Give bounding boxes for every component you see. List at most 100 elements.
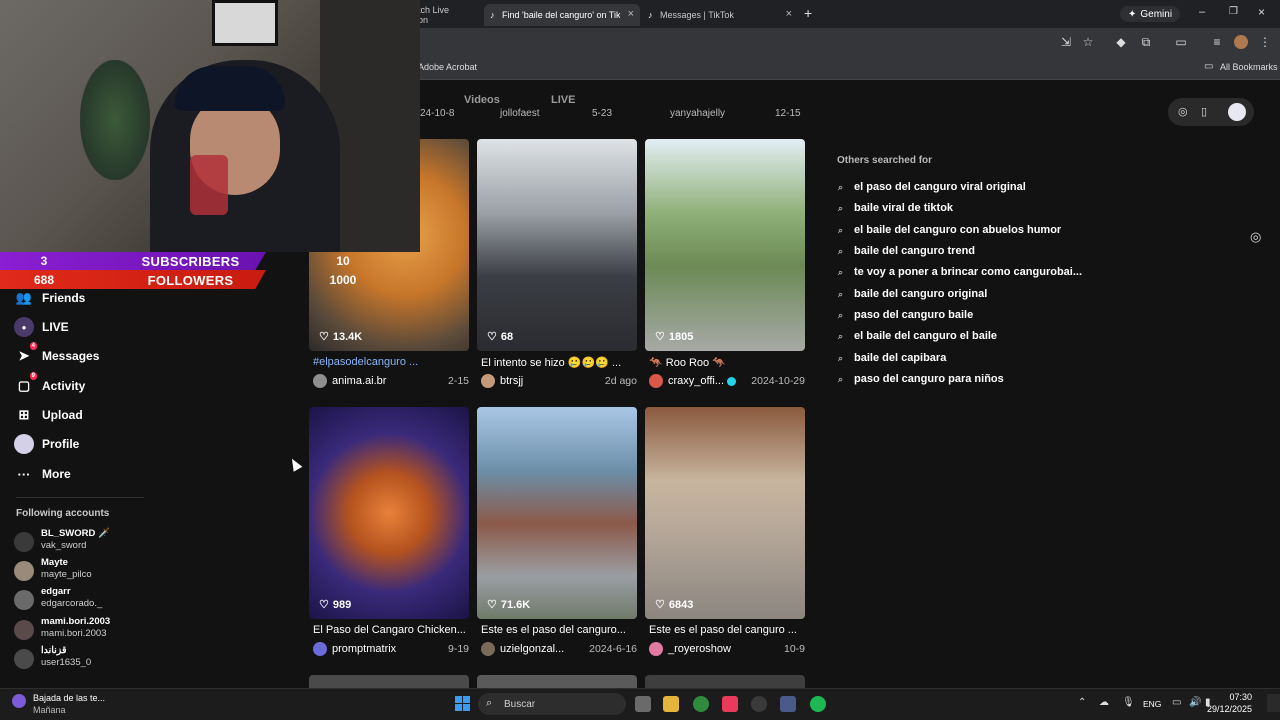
obs-icon[interactable]: [751, 696, 767, 712]
sidebar-item-messages[interactable]: ➤ 4 Messages: [14, 342, 99, 368]
video-author[interactable]: uzielgonzal... 2024-6-16: [481, 641, 637, 657]
volume-icon[interactable]: 🔊: [1189, 697, 1201, 708]
video-author[interactable]: promptmatrix 9-19: [313, 641, 469, 657]
close-window-icon[interactable]: ×: [1258, 5, 1265, 19]
avatar: [313, 374, 327, 388]
video-title[interactable]: #elpasodelcanguro ...: [313, 356, 469, 368]
video-thumbnail[interactable]: [309, 675, 469, 688]
video-thumbnail[interactable]: ♡ 989: [309, 407, 469, 619]
weather-icon[interactable]: [12, 694, 26, 708]
user-avatar[interactable]: [1228, 103, 1246, 121]
badge: 9: [29, 372, 37, 380]
suggestion-item[interactable]: ⌕ baile del canguro trend: [838, 243, 975, 259]
cloud-icon[interactable]: ☁: [1099, 697, 1109, 708]
subscribers-goal: 10: [336, 254, 350, 268]
gemini-label: Gemini: [1140, 8, 1173, 20]
video-thumbnail[interactable]: ♡ 68: [477, 139, 637, 351]
search-icon: ⌕: [838, 352, 844, 363]
suggestion-item[interactable]: ⌕ baile del canguro original: [838, 286, 987, 302]
tab-videos[interactable]: Videos: [464, 94, 500, 106]
suggestion-item[interactable]: ⌕ baile viral de tiktok: [838, 200, 953, 216]
activity-icon: ▢ 9: [17, 372, 37, 393]
restore-icon[interactable]: ❐: [1229, 6, 1238, 17]
chevron-up-icon[interactable]: ⌃: [1078, 697, 1086, 708]
app-icon[interactable]: [780, 696, 796, 712]
suggestion-item[interactable]: ⌕ el baile del canguro el baile: [838, 328, 997, 344]
taskbar-search[interactable]: ⌕ Buscar: [478, 693, 626, 715]
clock-date[interactable]: 29/12/2025: [1206, 704, 1252, 714]
bookmark-adobe-acrobat[interactable]: Adobe Acrobat: [418, 62, 477, 72]
video-author[interactable]: _royeroshow 10-9: [649, 641, 805, 657]
spotify-icon[interactable]: [810, 696, 826, 712]
suggestion-item[interactable]: ⌕ baile del capibara: [838, 350, 946, 366]
device-icon[interactable]: ▯: [1201, 105, 1207, 118]
weather-title[interactable]: Bajada de las te...: [33, 693, 105, 703]
kebab-menu-icon[interactable]: ⋮: [1257, 35, 1273, 49]
tab-tiktok-search[interactable]: ♪ Find 'baile del canguro' on TikTok ×: [484, 4, 640, 26]
suggestion-item[interactable]: ⌕ el baile del canguro con abuelos humor: [838, 222, 1061, 238]
task-view-icon[interactable]: [635, 696, 651, 712]
gemini-button[interactable]: ✦ Gemini: [1120, 6, 1181, 22]
video-thumbnail[interactable]: [645, 675, 805, 688]
sidebar-item-friends[interactable]: 👥 Friends: [14, 286, 85, 310]
video-title[interactable]: El intento se hizo 🥲🥲🥲 ...: [481, 356, 637, 369]
minimize-icon[interactable]: –: [1199, 6, 1205, 18]
subscribers-label: SUBSCRIBERS: [141, 254, 240, 269]
sidebar-item-activity[interactable]: ▢ 9 Activity: [14, 372, 85, 398]
heart-outline-icon: ♡: [655, 331, 665, 343]
search-icon: ⌕: [838, 330, 844, 341]
extension-diamond-icon[interactable]: ◆: [1113, 35, 1129, 49]
suggestion-item[interactable]: ⌕ te voy a poner a brincar como canguroba…: [838, 264, 1082, 280]
network-icon[interactable]: ▭: [1172, 697, 1181, 708]
suggestion-item[interactable]: ⌕ paso del canguro baile: [838, 307, 973, 323]
install-app-icon[interactable]: ⇲: [1058, 35, 1074, 49]
heart-outline-icon: ♡: [319, 331, 329, 343]
tiktok-app-icon[interactable]: [722, 696, 738, 712]
clock-time[interactable]: 07:30: [1228, 692, 1252, 702]
video-author[interactable]: craxy_offi... 2024-10-29: [649, 373, 805, 389]
chrome-icon[interactable]: [693, 696, 709, 712]
suggestion-item[interactable]: ⌕ paso del canguro para niños: [838, 371, 1004, 387]
sidebar-item-live[interactable]: ● LIVE: [14, 315, 69, 339]
windows-start-icon[interactable]: [455, 696, 470, 711]
video-author[interactable]: btrsjj 2d ago: [481, 373, 637, 389]
tab-tiktok-messages[interactable]: ♪ Messages | TikTok ×: [642, 4, 798, 26]
coin-icon[interactable]: ◎: [1178, 105, 1188, 118]
extensions-icon[interactable]: ⧉: [1138, 35, 1154, 50]
target-icon[interactable]: ◎: [1250, 229, 1261, 245]
tab-label: tch Live on: [418, 5, 450, 25]
video-thumbnail[interactable]: ♡ 6843: [645, 407, 805, 619]
suggestion-item[interactable]: ⌕ el paso del canguro viral original: [838, 179, 1026, 195]
video-title[interactable]: Este es el paso del canguro...: [481, 624, 637, 636]
tab-live[interactable]: LIVE: [551, 94, 575, 106]
video-date: 2-15: [447, 375, 469, 387]
profile-avatar[interactable]: [1234, 35, 1248, 49]
tab-label: Find 'baile del canguro' on TikTok: [502, 10, 620, 20]
video-author[interactable]: anima.ai.br 2-15: [313, 373, 469, 389]
video-title[interactable]: El Paso del Cangaro Chicken...: [313, 624, 469, 636]
sidebar-item-profile[interactable]: Profile: [14, 432, 79, 456]
star-icon[interactable]: ☆: [1080, 35, 1096, 49]
microphone-icon[interactable]: 🎙: [1122, 697, 1135, 708]
close-icon[interactable]: ×: [628, 8, 634, 20]
sidebar-item-upload[interactable]: ⊞ Upload: [14, 403, 83, 427]
close-icon[interactable]: ×: [786, 8, 792, 20]
video-date: 2d ago: [604, 375, 637, 387]
sidepanel-icon[interactable]: ▭: [1173, 35, 1189, 49]
file-explorer-icon[interactable]: [663, 696, 679, 712]
video-title[interactable]: Este es el paso del canguro ...: [649, 624, 805, 636]
show-desktop-button[interactable]: [1267, 694, 1280, 712]
video-thumbnail[interactable]: ♡ 71.6K: [477, 407, 637, 619]
drink-cup: [190, 155, 228, 215]
all-bookmarks[interactable]: All Bookmarks: [1220, 62, 1278, 72]
video-thumbnail[interactable]: ♡ 1805: [645, 139, 805, 351]
language-indicator[interactable]: ENG: [1143, 699, 1161, 709]
video-title[interactable]: 🦘 Roo Roo 🦘: [649, 356, 805, 369]
sidebar-item-more[interactable]: ··· More: [14, 462, 71, 486]
video-thumbnail[interactable]: [477, 675, 637, 688]
search-icon: ⌕: [838, 309, 844, 320]
avatar: [14, 649, 34, 669]
avatar: [481, 642, 495, 656]
new-tab-button[interactable]: +: [804, 5, 812, 21]
tab-search-icon[interactable]: ≡: [1209, 35, 1225, 49]
